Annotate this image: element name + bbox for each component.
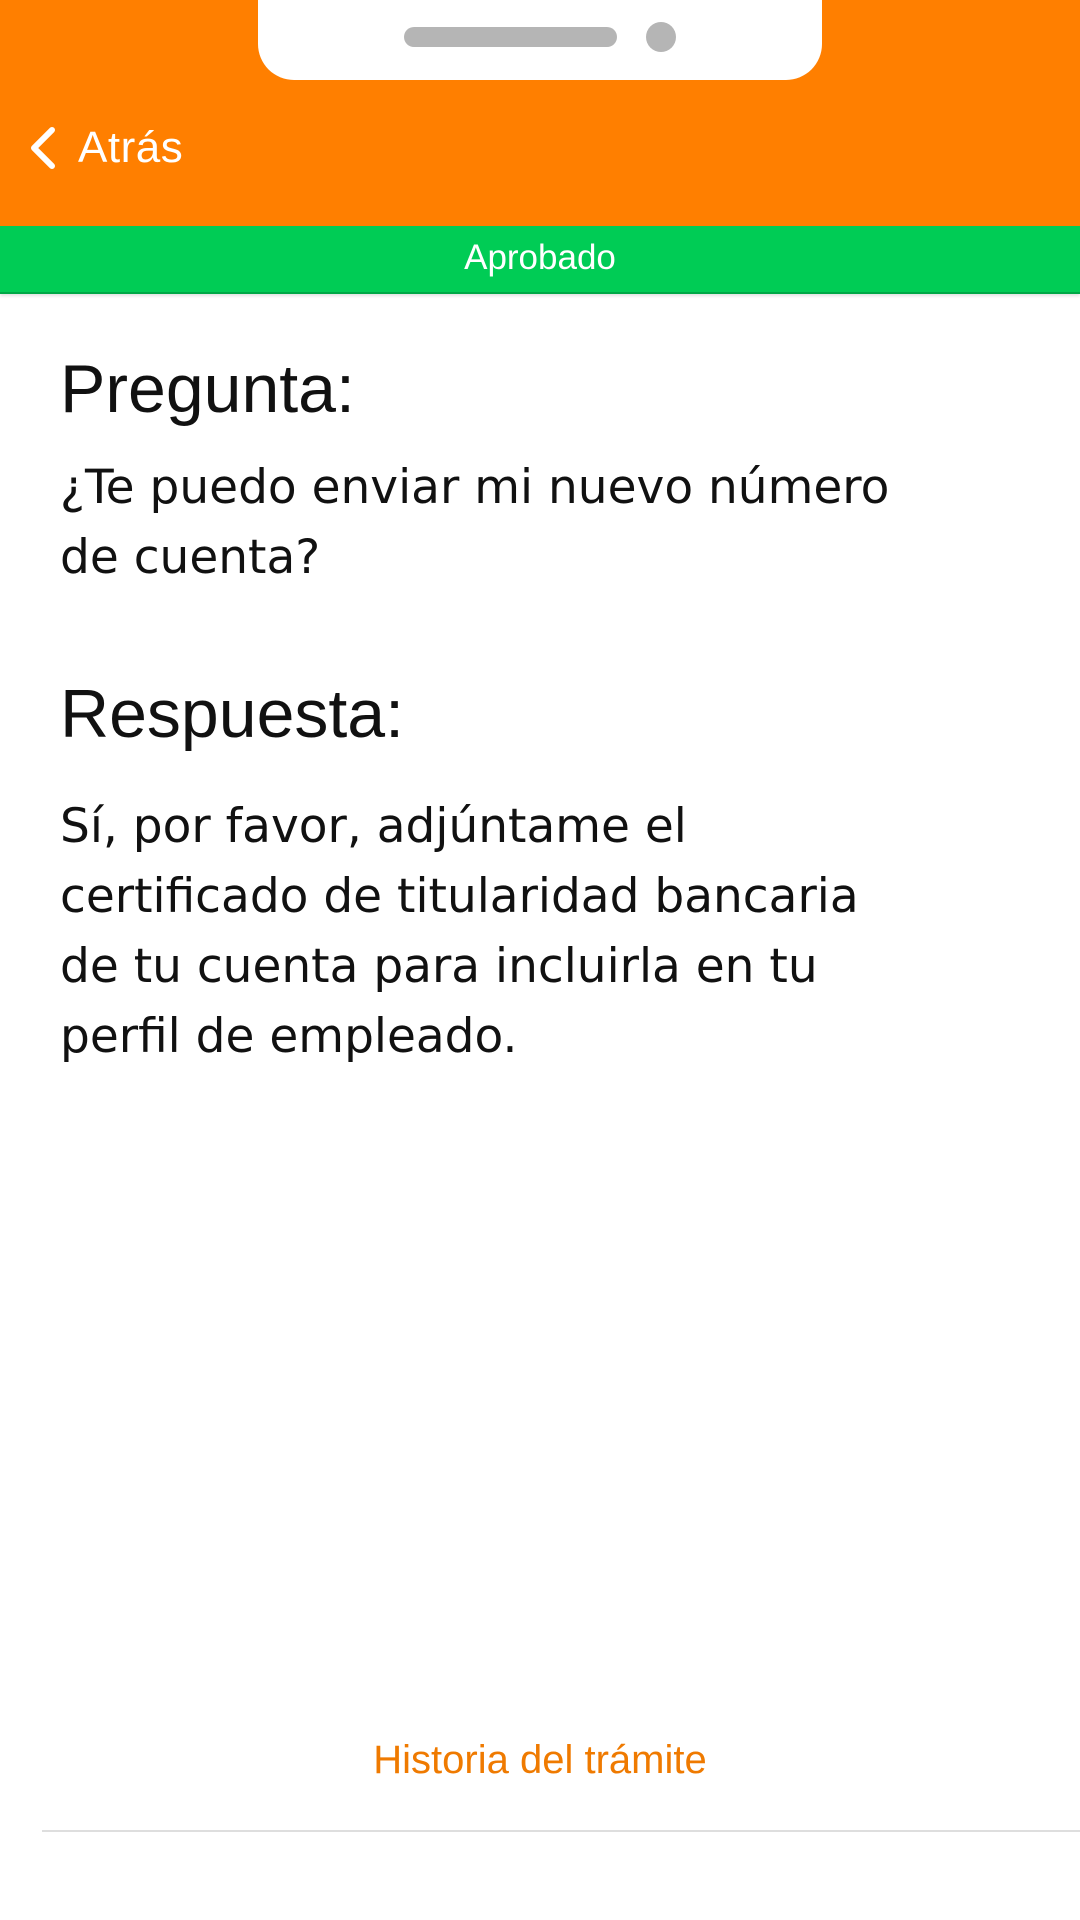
- request-detail: Pregunta: ¿Te puedo enviar mi nuevo núme…: [60, 352, 960, 1072]
- status-badge: Aprobado: [0, 226, 1080, 294]
- answer-heading: Respuesta:: [60, 675, 404, 752]
- front-camera: [646, 22, 676, 52]
- speaker-grille: [404, 27, 617, 47]
- history-link[interactable]: Historia del trámite: [0, 1738, 1080, 1783]
- chevron-left-icon: [31, 127, 55, 169]
- question-text: ¿Te puedo enviar mi nuevo número de cuen…: [60, 459, 890, 585]
- status-label: Aprobado: [464, 238, 616, 277]
- answer-text: Sí, por favor, adjúntame el certificado …: [60, 798, 859, 1064]
- device-notch: [258, 0, 822, 80]
- question-heading: Pregunta:: [60, 351, 355, 427]
- divider: [42, 1830, 1080, 1832]
- app-header: Atrás: [0, 0, 1080, 226]
- back-label: Atrás: [78, 123, 184, 172]
- question-section: Pregunta: ¿Te puedo enviar mi nuevo núme…: [60, 352, 960, 593]
- answer-section: Respuesta: Sí, por favor, adjúntame el c…: [60, 675, 960, 1072]
- back-button[interactable]: Atrás: [26, 118, 183, 178]
